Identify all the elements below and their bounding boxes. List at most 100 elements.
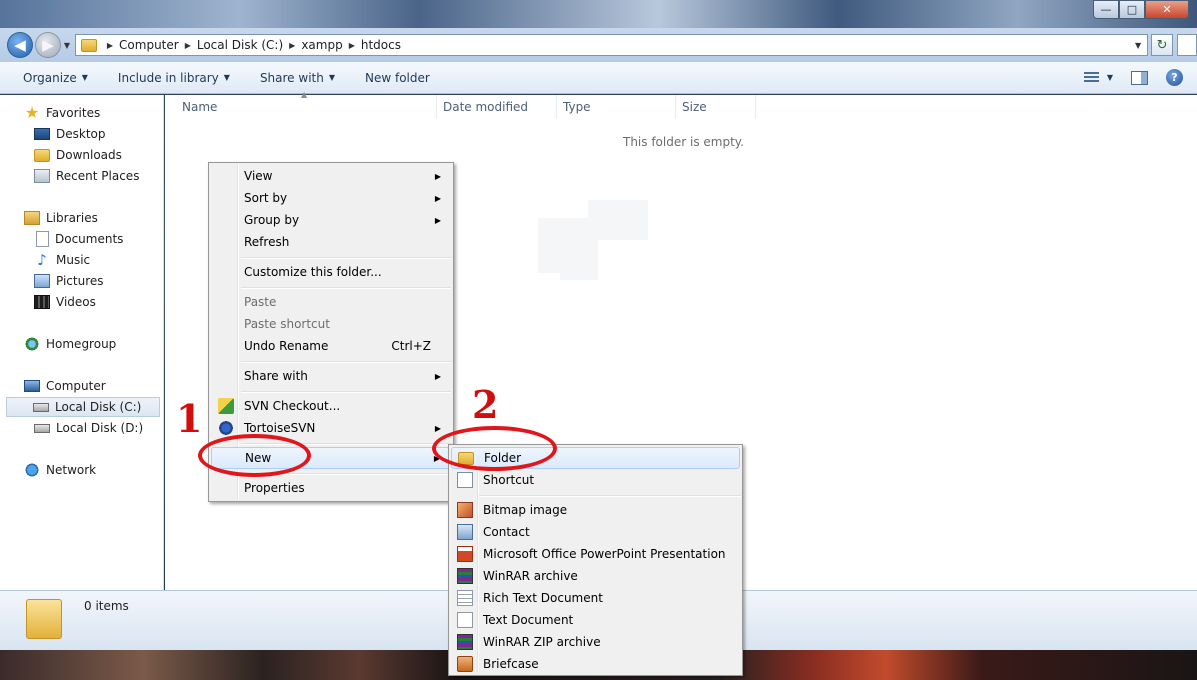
nav-favorites[interactable]: ★ Favorites — [24, 103, 100, 123]
nav-desktop[interactable]: Desktop — [34, 124, 106, 144]
new-shortcut-item-label: Shortcut — [483, 473, 535, 487]
nav-downloads[interactable]: Downloads — [34, 145, 122, 165]
nav-libraries-label: Libraries — [46, 211, 98, 225]
new-text-item[interactable]: Text Document — [451, 609, 740, 631]
new-winrar-item-label: WinRAR archive — [483, 569, 578, 583]
views-icon[interactable] — [1083, 72, 1099, 83]
address-dropdown-icon[interactable]: ▼ — [1129, 41, 1147, 50]
chevron-right-icon[interactable]: ▶ — [289, 41, 295, 50]
new-winrar-item[interactable]: WinRAR archive — [451, 565, 740, 587]
new-submenu: Folder Shortcut Bitmap image Contact Mic… — [448, 444, 743, 676]
nav-videos[interactable]: Videos — [34, 292, 96, 312]
chevron-down-icon: ▼ — [328, 73, 335, 82]
recent-pages-dropdown[interactable]: ▼ — [61, 41, 73, 50]
breadcrumb-xampp[interactable]: xampp — [301, 38, 342, 52]
new-winrar-zip-item-label: WinRAR ZIP archive — [483, 635, 601, 649]
close-button[interactable]: ✕ — [1145, 0, 1189, 19]
share-with-button[interactable]: Share with ▼ — [245, 71, 350, 85]
menu-item-sort-by[interactable]: Sort by ▶ — [211, 187, 451, 209]
command-bar: Organize ▼ Include in library ▼ Share wi… — [0, 62, 1197, 94]
new-powerpoint-item[interactable]: Microsoft Office PowerPoint Presentation — [451, 543, 740, 565]
navigation-pane: ★ Favorites Desktop Downloads Recent Pla… — [0, 95, 164, 590]
nav-pictures[interactable]: Pictures — [34, 271, 104, 291]
breadcrumb-computer[interactable]: Computer — [119, 38, 179, 52]
nav-local-disk-c[interactable]: Local Disk (C:) — [6, 397, 160, 417]
include-in-library-button[interactable]: Include in library ▼ — [103, 71, 245, 85]
menu-item-customize[interactable]: Customize this folder... — [211, 261, 451, 283]
views-dropdown-icon[interactable]: ▼ — [1107, 73, 1113, 82]
minimize-button[interactable]: — — [1093, 0, 1119, 19]
nav-computer[interactable]: Computer — [24, 376, 106, 396]
svn-checkout-icon — [218, 398, 234, 414]
nav-homegroup[interactable]: Homegroup — [24, 334, 116, 354]
menu-item-refresh[interactable]: Refresh — [211, 231, 451, 253]
new-shortcut-item[interactable]: Shortcut — [451, 469, 740, 491]
new-contact-item[interactable]: Contact — [451, 521, 740, 543]
nav-music-label: Music — [56, 253, 91, 267]
nav-libraries[interactable]: Libraries — [24, 208, 98, 228]
annotation-step-1: 1 — [176, 396, 203, 441]
organize-button[interactable]: Organize ▼ — [8, 71, 103, 85]
column-date-modified[interactable]: Date modified — [437, 95, 557, 119]
contact-icon — [457, 524, 473, 540]
new-winrar-zip-item[interactable]: WinRAR ZIP archive — [451, 631, 740, 653]
empty-folder-message: This folder is empty. — [623, 135, 744, 149]
menu-item-properties-label: Properties — [244, 481, 305, 495]
column-header-row: ▲ Name Date modified Type Size — [165, 90, 765, 119]
bitmap-icon — [457, 502, 473, 518]
new-rtf-item-label: Rich Text Document — [483, 591, 603, 605]
new-folder-button[interactable]: New folder — [350, 71, 445, 85]
new-rtf-item[interactable]: Rich Text Document — [451, 587, 740, 609]
chevron-right-icon[interactable]: ▶ — [185, 41, 191, 50]
breadcrumb-htdocs[interactable]: htdocs — [361, 38, 401, 52]
nav-pictures-label: Pictures — [56, 274, 104, 288]
nav-network[interactable]: Network — [24, 460, 96, 480]
column-type[interactable]: Type — [557, 95, 676, 119]
nav-documents-label: Documents — [55, 232, 124, 246]
column-name[interactable]: Name — [176, 95, 437, 119]
forward-button[interactable]: ▶ — [34, 32, 61, 58]
network-icon — [24, 463, 40, 477]
address-bar[interactable]: ▶ Computer ▶ Local Disk (C:) ▶ xampp ▶ h… — [74, 34, 1149, 56]
menu-item-customize-label: Customize this folder... — [244, 265, 382, 279]
menu-item-undo-rename[interactable]: Undo Rename Ctrl+Z — [211, 335, 451, 357]
chevron-right-icon[interactable]: ▶ — [349, 41, 355, 50]
menu-item-properties[interactable]: Properties — [211, 477, 451, 499]
menu-item-svn-checkout[interactable]: SVN Checkout... — [211, 395, 451, 417]
nav-music[interactable]: ♪ Music — [34, 250, 90, 270]
nav-downloads-label: Downloads — [56, 148, 122, 162]
nav-videos-label: Videos — [56, 295, 96, 309]
shortcut-icon — [457, 472, 473, 488]
new-bitmap-item-label: Bitmap image — [483, 503, 568, 517]
menu-item-refresh-label: Refresh — [244, 235, 290, 249]
menu-separator — [479, 495, 741, 497]
pictures-icon — [34, 274, 50, 288]
menu-item-group-by[interactable]: Group by ▶ — [211, 209, 451, 231]
powerpoint-icon — [457, 546, 473, 562]
nav-local-disk-d[interactable]: Local Disk (D:) — [34, 418, 143, 438]
nav-documents[interactable]: Documents — [36, 229, 123, 249]
rich-text-icon — [457, 590, 473, 606]
menu-item-paste: Paste — [211, 291, 451, 313]
new-folder-label: New folder — [365, 70, 430, 85]
menu-item-group-by-label: Group by — [244, 213, 300, 227]
back-button[interactable]: ◀ — [7, 32, 33, 58]
local-disk-icon — [34, 423, 50, 433]
tortoisesvn-icon — [218, 420, 234, 436]
nav-recent-places[interactable]: Recent Places — [34, 166, 139, 186]
maximize-button[interactable]: □ — [1119, 0, 1145, 19]
menu-item-share-with[interactable]: Share with ▶ — [211, 365, 451, 387]
refresh-button[interactable]: ↻ — [1151, 34, 1174, 56]
breadcrumb-local-disk-c[interactable]: Local Disk (C:) — [197, 38, 283, 52]
column-size[interactable]: Size — [676, 95, 756, 119]
chevron-right-icon[interactable]: ▶ — [107, 41, 113, 50]
preview-pane-icon[interactable] — [1131, 70, 1148, 85]
search-input[interactable] — [1177, 34, 1197, 56]
homegroup-icon — [24, 337, 40, 351]
new-briefcase-item[interactable]: Briefcase — [451, 653, 740, 675]
videos-icon — [34, 295, 50, 309]
new-bitmap-item[interactable]: Bitmap image — [451, 499, 740, 521]
help-icon[interactable]: ? — [1166, 69, 1183, 86]
menu-item-paste-label: Paste — [244, 295, 277, 309]
menu-item-view[interactable]: View ▶ — [211, 165, 451, 187]
